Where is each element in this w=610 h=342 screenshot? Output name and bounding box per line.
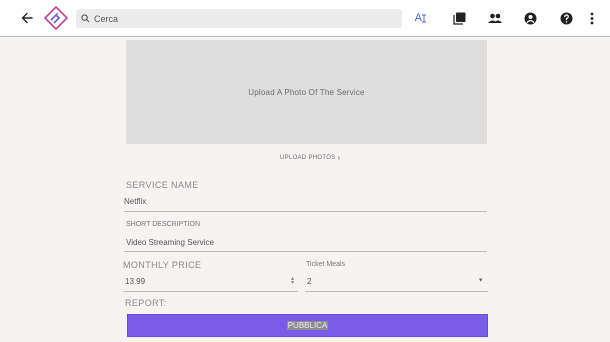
search-input[interactable] — [94, 13, 394, 24]
help-icon — [560, 12, 572, 24]
copy-button[interactable] — [450, 9, 468, 27]
chevron-right-icon: › — [337, 153, 341, 162]
app-logo-icon[interactable] — [44, 6, 68, 30]
service-name-underline — [124, 211, 487, 212]
top-bar: A — [0, 0, 610, 37]
translate-button[interactable]: A — [412, 9, 430, 27]
monthly-price-underline — [123, 291, 298, 292]
short-description-label: SHORT DESCRIPTION — [126, 221, 201, 228]
publish-button[interactable]: PUBBLICA — [127, 314, 488, 337]
ticket-meals-underline — [305, 291, 488, 292]
publish-button-label: PUBBLICA — [286, 321, 329, 330]
help-button[interactable] — [557, 9, 575, 27]
chevron-down-icon[interactable]: ▾ — [479, 276, 483, 284]
search-bar[interactable] — [76, 9, 402, 28]
short-description-underline — [124, 251, 487, 252]
people-icon — [488, 13, 502, 23]
service-name-label: SERVICE NAME — [126, 180, 199, 190]
more-button[interactable] — [583, 9, 601, 27]
search-icon — [81, 14, 90, 23]
back-button[interactable] — [17, 8, 37, 28]
short-description-field[interactable]: Video Streaming Service — [126, 238, 214, 247]
people-button[interactable] — [486, 9, 504, 27]
upload-photos-link[interactable]: UPLOAD PHOTOS › — [280, 153, 340, 162]
more-vert-icon — [590, 12, 594, 24]
price-stepper-icon[interactable]: ▴ ▾ — [291, 276, 294, 286]
service-name-field[interactable]: Netflix — [124, 197, 146, 206]
upload-photos-label: UPLOAD PHOTOS — [280, 154, 336, 161]
monthly-price-field[interactable]: 13.99 — [125, 277, 145, 286]
account-button[interactable] — [521, 9, 539, 27]
back-arrow-icon — [21, 12, 33, 24]
photo-upload-area[interactable]: Upload A Photo Of The Service — [126, 40, 487, 144]
copy-icon — [452, 12, 465, 25]
translate-icon: A — [415, 12, 428, 24]
report-label: REPORT: — [125, 298, 167, 308]
monthly-price-label: MONTHLY PRICE — [123, 260, 202, 270]
ticket-meals-select[interactable]: 2 — [307, 277, 311, 286]
account-icon — [524, 12, 536, 24]
upload-placeholder-text: Upload A Photo Of The Service — [248, 87, 365, 97]
ticket-meals-label: Ticket Meals — [306, 261, 346, 268]
